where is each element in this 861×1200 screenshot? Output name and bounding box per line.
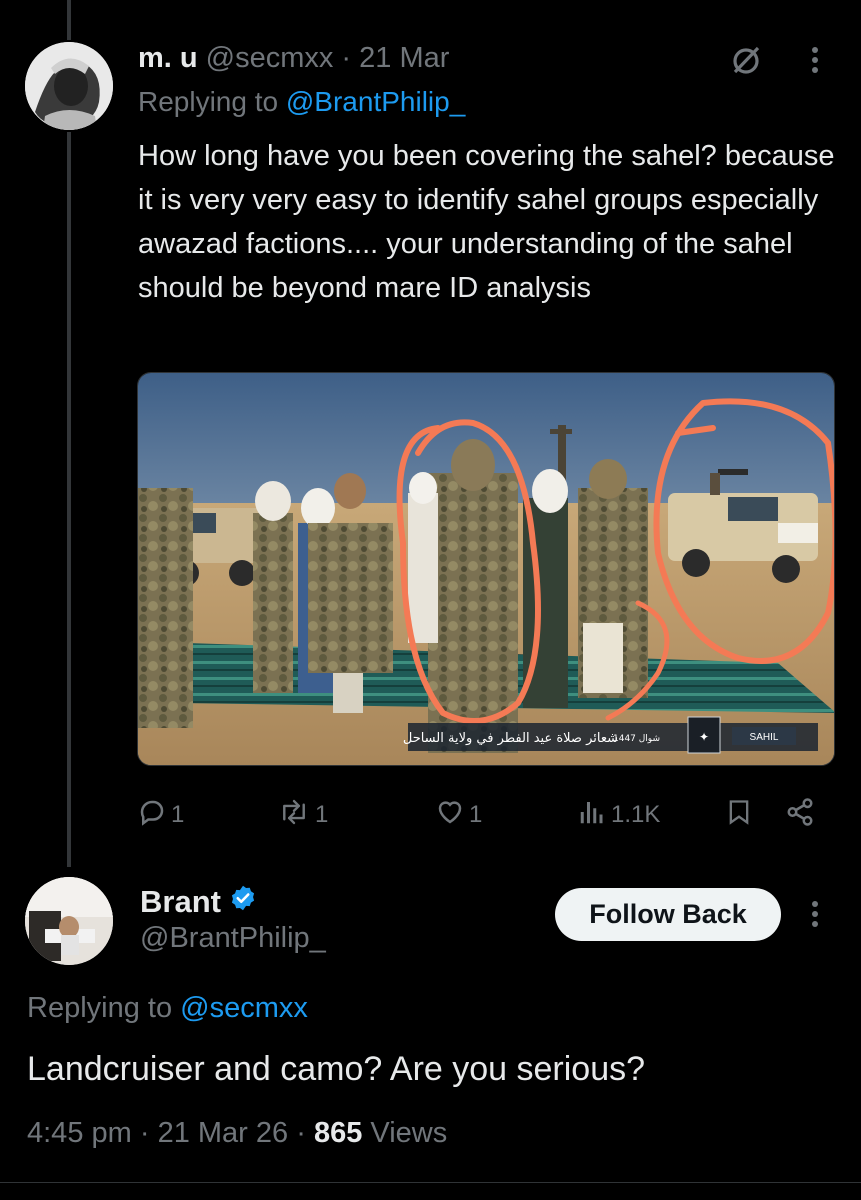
views-icon (577, 797, 607, 834)
replying-to-link[interactable]: @BrantPhilip_ (286, 86, 465, 117)
tweet-text: How long have you been covering the sahe… (138, 140, 835, 304)
views-count: 1.1K (611, 801, 661, 828)
tweet-date[interactable]: 21 Mar 26 (158, 1117, 289, 1149)
separator: · (288, 1117, 314, 1149)
separator (351, 42, 359, 75)
separator: · (131, 1117, 158, 1149)
like-button[interactable]: 1 (435, 795, 482, 835)
reply-count: 1 (171, 801, 185, 828)
handle[interactable]: @secmxx (206, 42, 334, 75)
reply-button[interactable]: 1 (137, 795, 184, 835)
display-name-row: Brant (140, 882, 257, 922)
views-count[interactable]: 865 (314, 1117, 362, 1149)
grok-slash-icon[interactable] (726, 40, 766, 80)
thread-line (67, 132, 71, 867)
display-name[interactable]: Brant (140, 884, 221, 920)
separator (333, 42, 341, 75)
tweet-time[interactable]: 4:45 pm (27, 1117, 132, 1149)
share-button[interactable] (785, 795, 815, 835)
more-icon[interactable] (800, 42, 830, 78)
tweet-date[interactable]: 21 Mar (359, 42, 449, 75)
replying-prefix: Replying to (138, 86, 286, 117)
like-icon (435, 797, 465, 834)
media-overlay-date: شوال 1447 (613, 734, 660, 744)
tweet-text: Landcruiser and camo? Are you serious? (27, 1050, 646, 1088)
display-name[interactable]: m. u (138, 42, 198, 75)
like-count: 1 (469, 801, 483, 828)
media-overlay-region: SAHIL (750, 732, 779, 743)
replying-to: Replying to @secmxx (27, 992, 308, 1025)
share-icon (785, 797, 815, 834)
verified-icon (229, 884, 257, 920)
action-bar: 1 1 1 1.1K (137, 795, 827, 835)
repost-count: 1 (315, 801, 329, 828)
replying-prefix: Replying to (27, 992, 181, 1024)
follow-back-button[interactable]: Follow Back (555, 888, 781, 941)
reply-tweet-header: m. u @secmxx · 21 Mar (138, 40, 449, 76)
replying-to: Replying to @BrantPhilip_ (138, 86, 465, 118)
thread-line-top (67, 0, 71, 40)
divider (0, 1182, 861, 1183)
avatar[interactable] (25, 877, 113, 965)
bookmark-icon (725, 797, 753, 834)
bookmark-button[interactable] (725, 795, 753, 835)
tweet-meta: 4:45 pm · 21 Mar 26 · 865 Views (27, 1117, 447, 1150)
views-label: Views (362, 1117, 448, 1149)
replying-to-link[interactable]: @secmxx (180, 992, 308, 1024)
reply-icon (137, 797, 167, 834)
handle[interactable]: @BrantPhilip_ (140, 922, 326, 955)
repost-icon (277, 797, 311, 834)
repost-button[interactable]: 1 (277, 795, 328, 835)
more-icon[interactable] (800, 896, 830, 932)
tweet-media[interactable]: شعائر صلاة عيد الفطر في ولاية الساحل شوا… (137, 372, 835, 766)
views-button[interactable]: 1.1K (577, 795, 660, 835)
avatar[interactable] (25, 42, 113, 130)
separator-dot: · (341, 41, 352, 74)
media-logo-icon: ✦ (699, 730, 709, 744)
media-overlay-caption: شعائر صلاة عيد الفطر في ولاية الساحل (403, 731, 618, 746)
